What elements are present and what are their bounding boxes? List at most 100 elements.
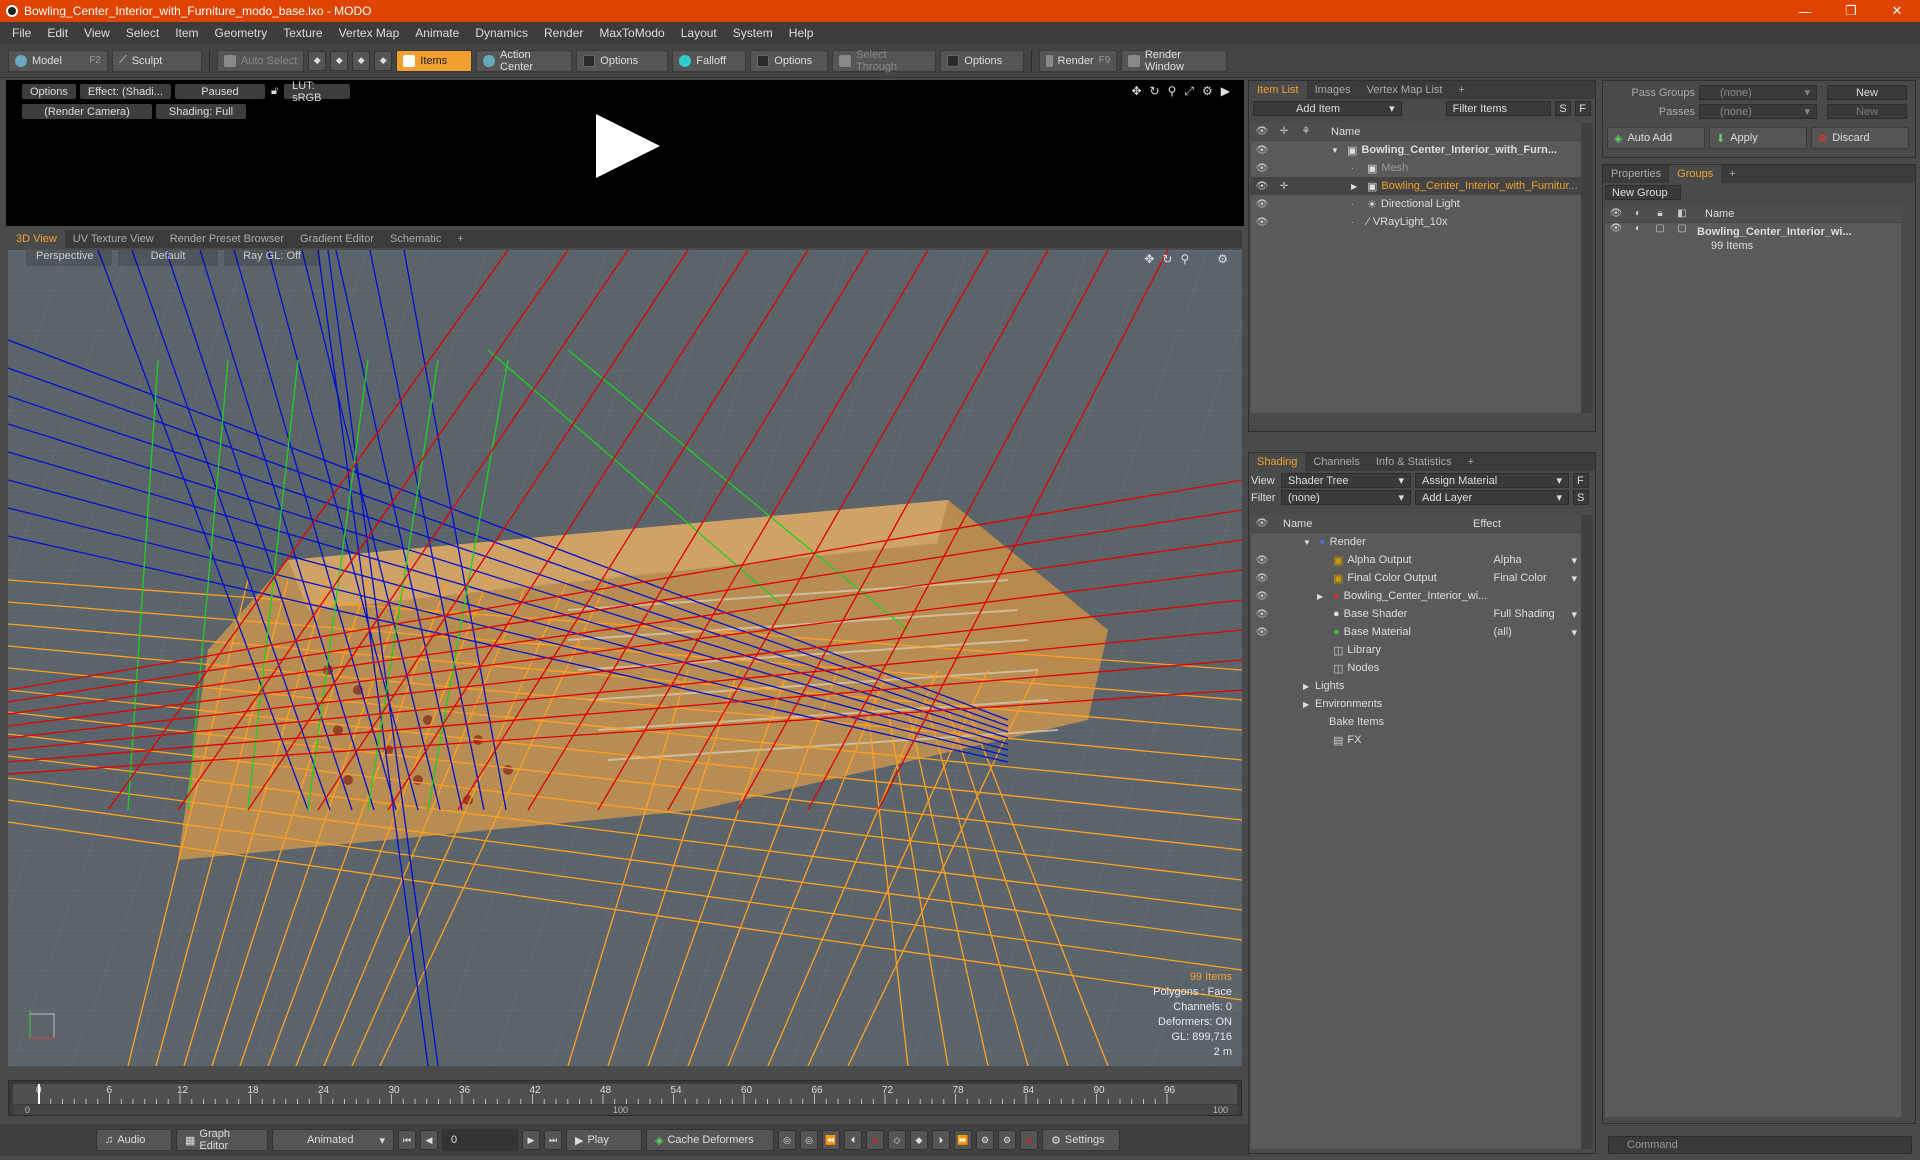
expand-arrow-icon[interactable]: ▼ [1331, 146, 1343, 155]
tab-add[interactable]: + [1450, 81, 1472, 99]
falloff-options-button[interactable]: Options [750, 49, 829, 72]
action-center-button[interactable]: Action Center [476, 49, 573, 73]
eye-icon[interactable]: 👁︎ [1251, 627, 1273, 638]
passes-dropdown[interactable]: (none) ▾ [1699, 104, 1817, 119]
menu-item-view[interactable]: View [76, 26, 118, 40]
item-list-scrollbar[interactable] [1581, 123, 1593, 413]
tab-channels[interactable]: Channels [1305, 453, 1367, 471]
new-pass-group-button[interactable]: New [1827, 85, 1907, 100]
shader-tree-row[interactable]: Bake Items [1251, 713, 1581, 731]
tree-line-icon[interactable]: · [1351, 218, 1363, 227]
prev-key-icon[interactable]: ◀ [420, 1130, 438, 1150]
tab-properties[interactable]: Properties [1603, 165, 1669, 183]
rotate-icon[interactable]: ↻ [1162, 252, 1172, 266]
eye-icon[interactable]: 👁︎ [1251, 217, 1273, 228]
shader-item-effect[interactable]: Full Shading [1493, 608, 1571, 620]
menu-item-system[interactable]: System [725, 26, 781, 40]
filter-items-input[interactable]: Filter Items [1445, 101, 1552, 116]
shader-tree-row[interactable]: ◫ Library [1251, 641, 1581, 659]
select-through-options-button[interactable]: Options [940, 49, 1025, 72]
tab-add[interactable]: + [449, 230, 471, 248]
menu-item-vertex-map[interactable]: Vertex Map [331, 26, 408, 40]
preview-options-button[interactable]: Options [22, 84, 76, 99]
polygons-mode-button[interactable]: ◆ [352, 50, 371, 71]
default-style-dropdown[interactable]: Default [118, 250, 218, 266]
add-layer-dropdown[interactable]: Add Layer ▾ [1415, 490, 1569, 505]
tab-add[interactable]: + [1460, 453, 1482, 471]
goto-start-icon[interactable]: ⏮ [398, 1130, 416, 1150]
move-icon[interactable]: ✥ [1131, 84, 1141, 99]
eye-icon[interactable]: 👁︎ [1251, 591, 1273, 602]
model-mode-button[interactable]: Model F2 [8, 49, 108, 72]
close-button[interactable]: ✕ [1874, 0, 1920, 22]
eye-icon[interactable]: 👁︎ [1251, 145, 1273, 156]
menu-item-file[interactable]: File [4, 26, 39, 40]
auto-select-button[interactable]: Auto Select [217, 49, 305, 72]
expand-arrow-icon[interactable]: ▶ [1303, 682, 1315, 691]
menu-item-texture[interactable]: Texture [275, 26, 330, 40]
select-through-button[interactable]: Select Through [832, 49, 937, 73]
expand-arrow-icon[interactable]: ▶ [1351, 182, 1363, 191]
item-list[interactable]: 👁︎ ✛ ⚘ Name 👁︎ ▼ ▣ Bowling_Center_Interior_wi… [1251, 123, 1581, 413]
key-filter-icon[interactable]: ⚙ [976, 1130, 994, 1150]
tree-line-icon[interactable]: · [1351, 164, 1363, 173]
menu-item-help[interactable]: Help [781, 26, 822, 40]
eye-icon[interactable]: 👁︎ [1251, 555, 1273, 566]
edges-mode-button[interactable]: ◆ [330, 50, 349, 71]
timeline-range[interactable]: 0 100 100 [13, 1105, 1237, 1115]
next-key-icon[interactable]: ▶ [522, 1130, 540, 1150]
expand-arrow-icon[interactable]: ▶ [1317, 592, 1329, 601]
shader-tree-row[interactable]: ▼ ● Render [1251, 533, 1581, 551]
apply-button[interactable]: ⬇ Apply [1709, 127, 1807, 149]
lock-toggle-icon[interactable]: ✛ [1273, 181, 1295, 192]
shader-item-effect[interactable]: Final Color [1493, 572, 1571, 584]
shader-tree-row[interactable]: 👁︎ ▣ Alpha Output Alpha ▾ [1251, 551, 1581, 569]
render-window-button[interactable]: Render Window [1121, 49, 1228, 73]
3d-viewport[interactable]: Perspective Default Ray GL: Off ✥ ↻ ⚲ ⚙ 99 … [8, 250, 1242, 1066]
tab-shading[interactable]: Shading [1249, 453, 1306, 471]
render-preview[interactable]: Options Effect: (Shadi... Paused 🔓︎ LUT:… [6, 80, 1244, 226]
shader-tree-row[interactable]: ▤ FX [1251, 731, 1581, 749]
render-camera-dropdown[interactable]: (Render Camera) [22, 104, 152, 119]
vertices-mode-button[interactable]: ◆ [308, 50, 327, 71]
audio-button[interactable]: ♫ Audio [96, 1129, 172, 1151]
shader-item-effect[interactable]: (all) [1493, 626, 1571, 638]
tab-item-list[interactable]: Item List [1249, 81, 1307, 99]
tab-groups[interactable]: Groups [1669, 165, 1722, 183]
filter-f-button[interactable]: F [1575, 101, 1591, 116]
tab-render-preset-browser[interactable]: Render Preset Browser [162, 230, 292, 248]
pass-groups-dropdown[interactable]: (none) ▾ [1699, 85, 1817, 100]
group-row[interactable]: 👁︎ ◐ ▢ ▢ Bowling_Center_Interior_wi... 99 I… [1605, 223, 1901, 253]
frame-input[interactable]: 0 [442, 1129, 518, 1151]
chevron-down-icon[interactable]: ▾ [1571, 554, 1577, 567]
discard-button[interactable]: ⊗ Discard [1811, 127, 1909, 149]
menu-item-layout[interactable]: Layout [673, 26, 725, 40]
minimize-button[interactable]: — [1782, 0, 1828, 22]
skip-back-icon[interactable]: ⏪ [822, 1130, 840, 1150]
play-icon[interactable] [596, 114, 660, 178]
shader-tree-row[interactable]: ▶ Environments [1251, 695, 1581, 713]
filter-s-button[interactable]: S [1555, 101, 1572, 116]
gear-icon[interactable]: ⚙ [1217, 252, 1228, 266]
chevron-down-icon[interactable]: ▾ [1571, 608, 1577, 621]
select-toggle-icon[interactable]: ▢ [1671, 223, 1693, 253]
key-remove-icon[interactable]: ◆ [910, 1130, 928, 1150]
auto-add-button[interactable]: ◈ Auto Add [1607, 127, 1705, 149]
materials-mode-button[interactable]: ◆ [374, 50, 393, 71]
tree-line-icon[interactable]: · [1351, 200, 1363, 209]
eye-icon[interactable]: 👁︎ [1251, 609, 1273, 620]
skip-forward-icon[interactable]: ⏩ [954, 1130, 972, 1150]
lut-dropdown[interactable]: LUT: sRGB [284, 80, 351, 104]
move-icon[interactable]: ✥ [1144, 252, 1154, 266]
play-button[interactable]: ▶ Play [566, 1129, 642, 1151]
menu-item-maxtomodo[interactable]: MaxToModo [591, 26, 672, 40]
lock-icon[interactable]: 🔓︎ [269, 84, 280, 99]
timeline-ruler[interactable]: 06121824303642485460667278849096 [13, 1084, 1237, 1104]
shader-tree-scrollbar[interactable] [1581, 515, 1593, 1149]
tab-schematic[interactable]: Schematic [382, 230, 449, 248]
key-set-icon[interactable]: ◇ [888, 1130, 906, 1150]
menu-item-geometry[interactable]: Geometry [207, 26, 276, 40]
assign-material-button[interactable]: Assign Material ▾ [1415, 473, 1569, 488]
shader-tree-row[interactable]: 👁︎ ● Base Material (all) ▾ [1251, 623, 1581, 641]
expand-arrow-icon[interactable]: ▼ [1303, 538, 1315, 547]
